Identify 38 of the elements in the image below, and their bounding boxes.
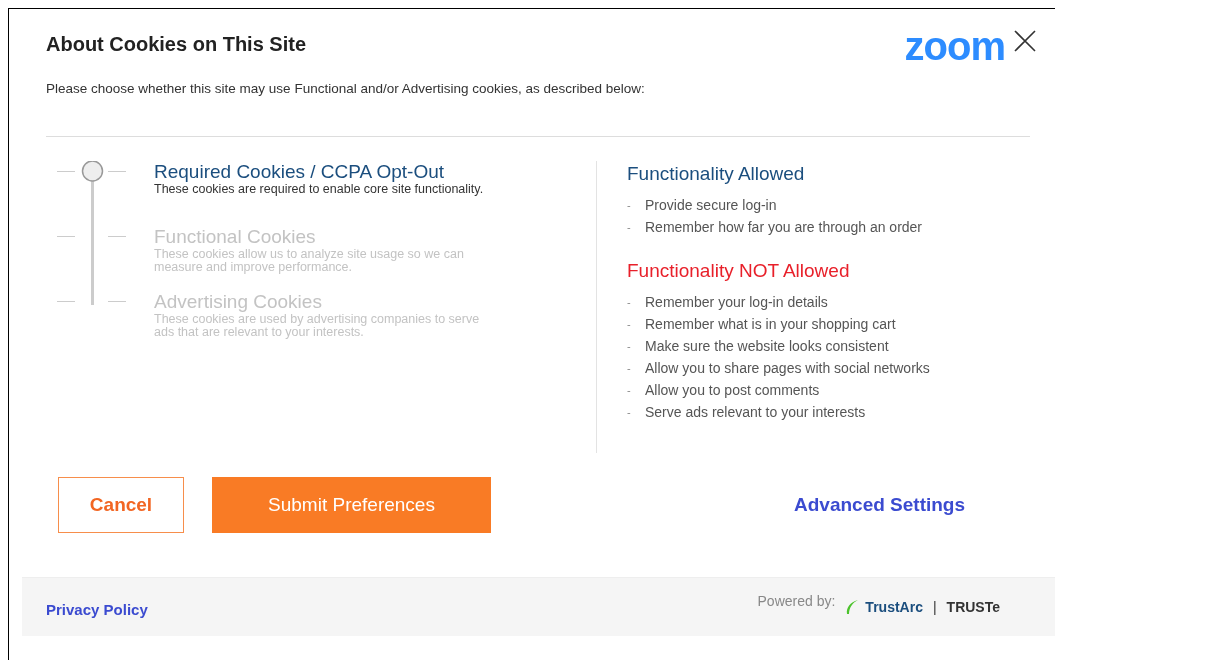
- list-item: Allow you to share pages with social networks: [645, 359, 930, 378]
- brand-name: TRUSTe: [946, 599, 1000, 615]
- list-item: Remember how far you are through an order: [645, 218, 923, 237]
- category-description: These cookies are required to enable core site functionality.: [154, 183, 484, 196]
- bullet: -: [627, 361, 632, 376]
- list-item: Remember your log-in details: [645, 293, 828, 312]
- cancel-button[interactable]: Cancel: [58, 477, 184, 533]
- list-item: Serve ads relevant to your interests: [645, 403, 866, 422]
- category-title[interactable]: Functional Cookies: [154, 226, 484, 248]
- brand-name: TrustArc: [865, 599, 923, 615]
- list-item: Allow you to post comments: [645, 381, 820, 400]
- close-icon: [1013, 29, 1037, 53]
- list-item: Remember what is in your shopping cart: [645, 315, 896, 334]
- bullet: -: [627, 220, 632, 235]
- category-title[interactable]: Advertising Cookies: [154, 291, 484, 313]
- subtitle: Please choose whether this site may use Functional and/or Advertising cookies, as described below:: [46, 81, 646, 96]
- list-item: Provide secure log-in: [645, 196, 777, 215]
- slider-thumb[interactable]: [81, 161, 104, 182]
- section-heading: Functionality Allowed: [627, 162, 806, 186]
- section-heading: Functionality NOT Allowed: [627, 259, 851, 283]
- bullet: -: [627, 405, 632, 420]
- category-description: These cookies are used by advertising companies to serve ads that are relevant to your interests.: [154, 313, 481, 339]
- logo: zoom: [904, 29, 1005, 63]
- bullet: -: [627, 317, 632, 332]
- bullet: -: [627, 295, 632, 310]
- dialog-title: About Cookies on This Site: [46, 32, 306, 57]
- category-title[interactable]: Required Cookies / CCPA Opt-Out: [154, 161, 484, 183]
- bullet: -: [627, 198, 632, 213]
- powered-by-label: Powered by:: [757, 593, 836, 609]
- list-item: Make sure the website looks consistent: [645, 337, 889, 356]
- close-button[interactable]: [1013, 29, 1037, 53]
- bullet: -: [627, 339, 632, 354]
- bullet: -: [627, 383, 632, 398]
- category-description: These cookies allow us to analyze site usage so we can measure and improve performance.: [154, 248, 465, 274]
- separator: |: [932, 599, 937, 615]
- submit-button[interactable]: Submit Preferences: [212, 477, 491, 533]
- advanced-settings-link[interactable]: Advanced Settings: [794, 494, 966, 516]
- privacy-policy-link[interactable]: Privacy Policy: [46, 600, 148, 618]
